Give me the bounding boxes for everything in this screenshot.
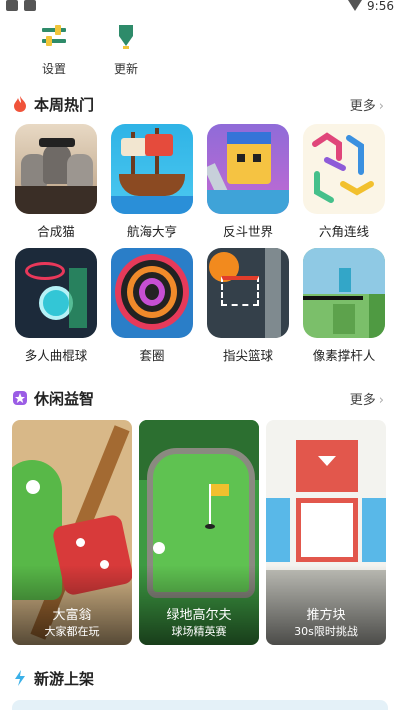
update-button[interactable]: 更新 <box>96 22 156 77</box>
new-games-preview[interactable] <box>12 700 388 710</box>
casual-section-title: 休闲益智 <box>34 390 95 408</box>
game-name: 多人曲棍球 <box>24 348 88 363</box>
card-title: 绿地高尔夫 <box>166 608 232 623</box>
game-thumbnail <box>303 248 385 338</box>
game-name: 合成猫 <box>37 224 75 239</box>
card-subtitle: 大家都在玩 <box>44 625 100 638</box>
game-tile[interactable]: 反斗世界 <box>206 124 290 240</box>
chevron-right-icon: › <box>378 99 384 114</box>
wifi-icon <box>348 0 362 11</box>
casual-more-link[interactable]: 更多 › <box>350 389 384 408</box>
new-section-title: 新游上架 <box>34 670 95 688</box>
game-name: 指尖篮球 <box>222 348 273 363</box>
game-name: 航海大亨 <box>126 224 177 239</box>
settings-icon <box>42 25 66 46</box>
game-tile[interactable]: 套圈 <box>110 248 194 364</box>
status-time: 9:56 <box>367 0 394 13</box>
chevron-right-icon: › <box>378 393 384 408</box>
new-section-header: 新游上架 <box>12 668 388 688</box>
game-name: 像素撑杆人 <box>312 348 376 363</box>
casual-card[interactable]: 大富翁 大家都在玩 <box>12 420 132 645</box>
card-title: 大富翁 <box>52 608 92 623</box>
game-tile[interactable]: 多人曲棍球 <box>14 248 98 364</box>
game-thumbnail <box>15 124 97 214</box>
game-tile[interactable]: 合成猫 <box>14 124 98 240</box>
update-label: 更新 <box>113 62 138 76</box>
game-thumbnail <box>15 248 97 338</box>
settings-label: 设置 <box>41 62 66 76</box>
hot-section-header: 本周热门 更多 › <box>12 94 388 114</box>
hot-section-title: 本周热门 <box>34 96 95 114</box>
card-title: 推方块 <box>306 608 346 623</box>
casual-card[interactable]: 绿地高尔夫 球场精英赛 <box>139 420 259 645</box>
notification-icon <box>24 0 36 11</box>
game-tile[interactable]: 指尖篮球 <box>206 248 290 364</box>
game-thumbnail <box>111 248 193 338</box>
update-icon <box>119 25 133 49</box>
game-tile[interactable]: 像素撑杆人 <box>302 248 386 364</box>
star-icon <box>13 391 27 405</box>
casual-section-header: 休闲益智 更多 › <box>12 388 388 408</box>
card-subtitle: 30s限时挑战 <box>294 625 358 638</box>
game-tile[interactable]: 六角连线 <box>302 124 386 240</box>
flame-icon <box>14 96 26 112</box>
game-thumbnail <box>111 124 193 214</box>
top-toolbar: 设置 更新 <box>0 22 400 78</box>
game-name: 套圈 <box>139 348 165 363</box>
hot-more-link[interactable]: 更多 › <box>350 95 384 114</box>
casual-more-label: 更多 <box>349 393 376 408</box>
game-tile[interactable]: 航海大亨 <box>110 124 194 240</box>
game-name: 六角连线 <box>318 224 369 239</box>
casual-card[interactable]: 推方块 30s限时挑战 <box>266 420 386 645</box>
game-thumbnail <box>207 248 289 338</box>
settings-button[interactable]: 设置 <box>24 22 84 77</box>
game-name: 反斗世界 <box>222 224 273 239</box>
game-thumbnail <box>303 124 385 214</box>
notification-icon <box>6 0 18 11</box>
game-thumbnail <box>207 124 289 214</box>
hot-more-label: 更多 <box>349 99 376 114</box>
status-bar: 9:56 <box>0 0 400 14</box>
card-subtitle: 球场精英赛 <box>171 625 227 638</box>
lightning-icon <box>15 670 25 686</box>
